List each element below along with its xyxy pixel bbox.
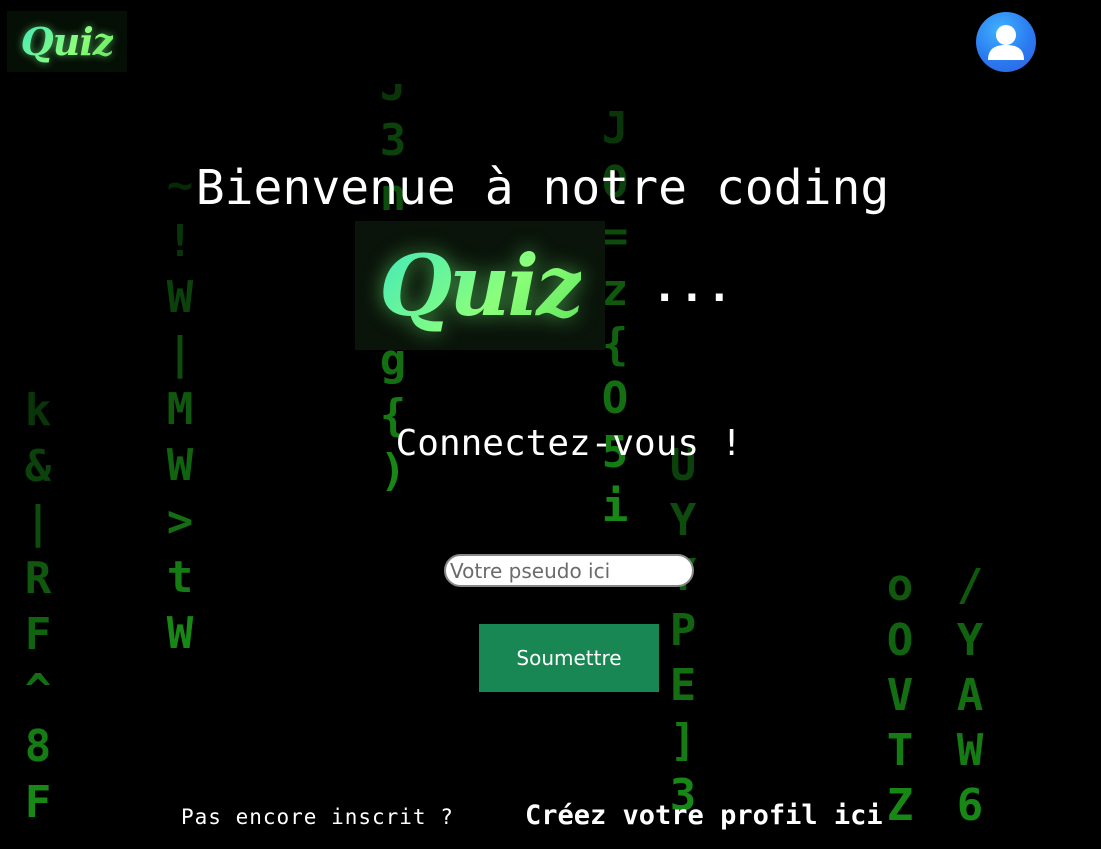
connect-heading: Connectez-vous ! [395, 423, 743, 464]
welcome-heading: Bienvenue à notre coding [195, 160, 890, 216]
create-profile-link[interactable]: Créez votre profil ici [525, 800, 883, 831]
pseudo-input[interactable] [444, 554, 694, 587]
submit-button[interactable]: Soumettre [479, 624, 659, 692]
not-registered-text: Pas encore inscrit ? [181, 805, 454, 829]
heading-ellipsis: ... [652, 262, 734, 311]
quiz-logo-large-text: Quiz [379, 236, 584, 335]
quiz-logo-large: Quiz [355, 221, 605, 350]
login-section: Bienvenue à notre coding Quiz ... Connec… [0, 0, 1101, 849]
